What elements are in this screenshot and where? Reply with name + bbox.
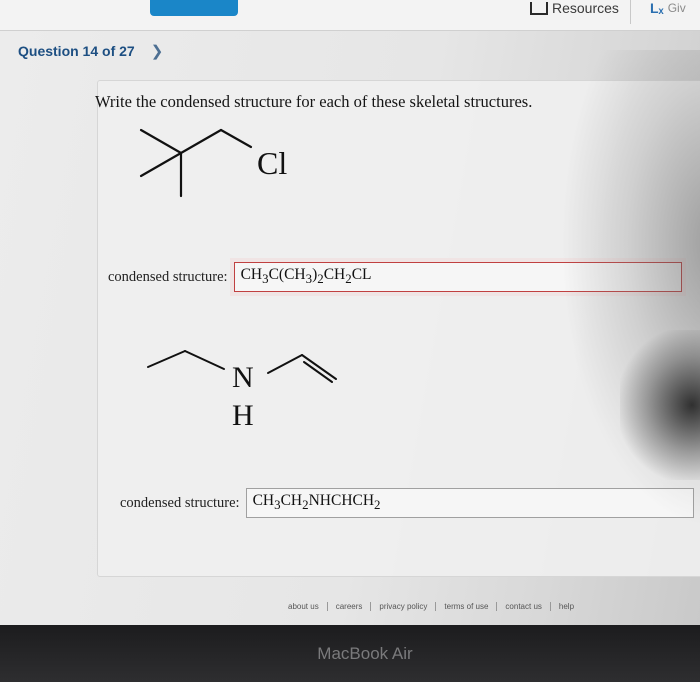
browser-screen: Resources Lₓ Giv Question 14 of 27 ❯ Wri… (0, 0, 700, 625)
toolbar-divider (630, 0, 631, 24)
footer-links: about us careers privacy policy terms of… (280, 602, 582, 611)
answer-1-label: condensed structure: (108, 268, 228, 285)
footer-link-terms[interactable]: terms of use (436, 602, 498, 611)
give-up-icon: Lₓ (650, 0, 664, 16)
answer-row-1: condensed structure: CH3C(CH3)2CH2CL (108, 262, 682, 292)
footer-link-about[interactable]: about us (280, 602, 328, 611)
resources-label: Resources (552, 0, 619, 16)
answer-row-2: condensed structure: CH3CH2NHCHCH2 (120, 488, 694, 518)
nitrogen-label: N (232, 361, 254, 394)
chevron-right-icon[interactable]: ❯ (151, 42, 164, 60)
skeletal-structure-1: Cl (139, 128, 287, 198)
footer-link-help[interactable]: help (551, 602, 582, 611)
footer-link-privacy[interactable]: privacy policy (371, 602, 437, 611)
hydrogen-label: H (232, 399, 254, 432)
top-toolbar: Resources Lₓ Giv (0, 0, 700, 31)
question-counter: Question 14 of 27 (18, 43, 135, 59)
question-prompt: Write the condensed structure for each o… (95, 92, 533, 111)
give-up-label: Giv (667, 1, 686, 15)
chlorine-label: Cl (257, 145, 287, 181)
footer-link-contact[interactable]: contact us (497, 602, 551, 611)
top-action-button[interactable] (150, 0, 238, 16)
resources-icon (530, 1, 548, 15)
resources-button[interactable]: Resources (530, 0, 619, 16)
answer-2-input[interactable]: CH3CH2NHCHCH2 (245, 488, 694, 518)
question-navigation[interactable]: Question 14 of 27 ❯ (18, 42, 163, 60)
skeletal-structure-2: N H (147, 350, 337, 432)
answer-1-input[interactable]: CH3C(CH3)2CH2CL (233, 262, 682, 292)
answer-1-value: CH3C(CH3)2CH2CL (240, 266, 372, 287)
laptop-bezel: MacBook Air (0, 625, 700, 682)
footer-link-careers[interactable]: careers (328, 602, 372, 611)
device-brand-label: MacBook Air (317, 643, 413, 663)
answer-2-value: CH3CH2NHCHCH2 (252, 492, 381, 513)
give-up-button[interactable]: Lₓ Giv (650, 0, 686, 16)
answer-2-label: condensed structure: (120, 494, 240, 511)
